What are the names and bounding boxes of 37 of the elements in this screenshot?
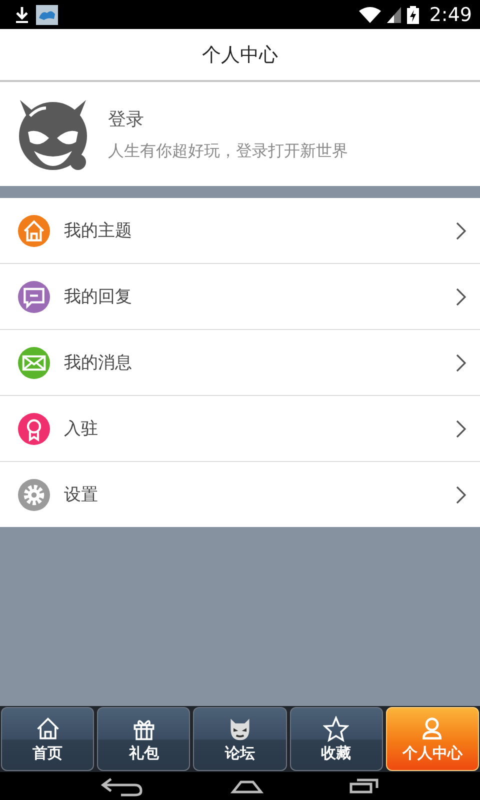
- menu-item[interactable]: 我的消息: [0, 330, 480, 396]
- menu-item[interactable]: 入驻: [0, 396, 480, 462]
- tab[interactable]: 收藏: [290, 707, 383, 771]
- app-icon: [36, 4, 58, 24]
- battery-icon: [407, 6, 420, 24]
- chevron-icon: [456, 288, 466, 306]
- tab[interactable]: 礼包: [97, 707, 190, 771]
- star-icon: [323, 716, 350, 742]
- clock-time: 2:49: [429, 4, 472, 26]
- menu-label: 我的消息: [64, 352, 133, 374]
- menu-item[interactable]: 我的回复: [0, 264, 480, 330]
- recents-icon[interactable]: [349, 778, 379, 794]
- profile-tagline: 人生有你超好玩，登录打开新世界: [108, 140, 348, 162]
- tab-label: 收藏: [321, 744, 352, 762]
- menu-label: 入驻: [64, 418, 99, 440]
- chevron-icon: [456, 486, 466, 504]
- house-icon: [34, 716, 61, 742]
- menu-label: 设置: [64, 484, 99, 506]
- tab[interactable]: 首页: [1, 707, 94, 771]
- signal-icon: [387, 6, 402, 22]
- menu-label: 我的主题: [64, 220, 133, 242]
- chevron-icon: [456, 354, 466, 372]
- login-label: 登录: [108, 108, 145, 130]
- tab-label: 首页: [32, 744, 63, 762]
- tab-label: 论坛: [225, 744, 255, 762]
- tab[interactable]: 论坛: [193, 707, 287, 771]
- tab-label: 礼包: [128, 744, 159, 762]
- page-title: 个人中心: [202, 42, 278, 68]
- back-icon[interactable]: [101, 775, 145, 797]
- menu-item[interactable]: 设置: [0, 462, 480, 527]
- chevron-icon: [456, 222, 466, 240]
- chevron-icon: [456, 420, 466, 438]
- wifi-icon: [359, 6, 382, 22]
- download-icon: [14, 6, 30, 24]
- menu-item[interactable]: 我的主题: [0, 198, 480, 264]
- tab-label: 个人中心: [402, 744, 462, 762]
- menu-label: 我的回复: [64, 286, 133, 308]
